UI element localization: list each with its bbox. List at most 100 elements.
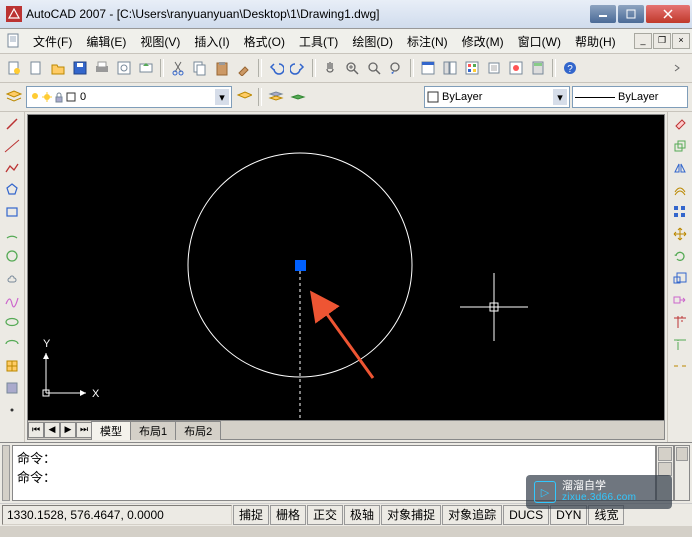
open-icon[interactable] <box>48 58 68 78</box>
zoom-previous-icon[interactable] <box>386 58 406 78</box>
redo-icon[interactable] <box>288 58 308 78</box>
help-icon[interactable]: ? <box>560 58 580 78</box>
tab-prev-icon[interactable]: ◀ <box>44 422 60 438</box>
layer-dropdown[interactable]: 0 ▾ <box>26 86 232 108</box>
color-dropdown[interactable]: ByLayer ▾ <box>424 86 570 108</box>
save-icon[interactable] <box>70 58 90 78</box>
new-icon[interactable] <box>26 58 46 78</box>
match-icon[interactable] <box>234 58 254 78</box>
layer-states-icon[interactable] <box>266 87 286 107</box>
markup-icon[interactable] <box>506 58 526 78</box>
menu-insert[interactable]: 插入(I) <box>187 31 236 52</box>
stretch-icon[interactable] <box>670 290 690 310</box>
layer-toolbar: 0 ▾ ByLayer ▾ ByLayer <box>0 83 692 112</box>
undo-icon[interactable] <box>266 58 286 78</box>
menu-help[interactable]: 帮助(H) <box>568 31 623 52</box>
arc-icon[interactable] <box>2 224 22 244</box>
menu-format[interactable]: 格式(O) <box>237 31 292 52</box>
tool-palettes-icon[interactable] <box>462 58 482 78</box>
ellipse-icon[interactable] <box>2 312 22 332</box>
ortho-toggle[interactable]: 正交 <box>307 505 343 525</box>
minimize-button[interactable] <box>590 5 616 23</box>
coords-readout[interactable]: 1330.1528, 576.4647, 0.0000 <box>2 505 232 525</box>
move-icon[interactable] <box>670 224 690 244</box>
tab-first-icon[interactable]: ⏮ <box>28 422 44 438</box>
menu-window[interactable]: 窗口(W) <box>511 31 568 52</box>
menu-edit[interactable]: 编辑(E) <box>79 31 133 52</box>
paste-icon[interactable] <box>212 58 232 78</box>
copy-icon[interactable] <box>190 58 210 78</box>
sun-icon <box>41 91 53 103</box>
command-resize[interactable] <box>674 445 690 501</box>
rotate-icon[interactable] <box>670 246 690 266</box>
tab-next-icon[interactable]: ▶ <box>60 422 76 438</box>
svg-text:X: X <box>92 388 100 400</box>
designcenter-icon[interactable] <box>440 58 460 78</box>
line-icon[interactable] <box>2 114 22 134</box>
mdi-close-button[interactable]: × <box>672 33 690 49</box>
insert-block-icon[interactable] <box>2 356 22 376</box>
maximize-button[interactable] <box>618 5 644 23</box>
circle-icon[interactable] <box>2 246 22 266</box>
crosshair-cursor <box>460 273 528 341</box>
chevron-down-icon: ▾ <box>553 89 567 105</box>
close-button[interactable] <box>646 5 690 23</box>
layer-manager-icon[interactable] <box>4 87 24 107</box>
copy-obj-icon[interactable] <box>670 136 690 156</box>
tab-layout2[interactable]: 布局2 <box>175 421 221 440</box>
pan-icon[interactable] <box>320 58 340 78</box>
mdi-minimize-button[interactable]: _ <box>634 33 652 49</box>
layer-prev-icon[interactable] <box>234 87 254 107</box>
polar-toggle[interactable]: 极轴 <box>344 505 380 525</box>
command-handle[interactable] <box>2 445 10 501</box>
make-block-icon[interactable] <box>2 378 22 398</box>
zoom-realtime-icon[interactable] <box>342 58 362 78</box>
sheet-set-icon[interactable] <box>484 58 504 78</box>
tab-layout1[interactable]: 布局1 <box>130 421 176 440</box>
publish-icon[interactable] <box>136 58 156 78</box>
menu-modify[interactable]: 修改(M) <box>455 31 511 52</box>
menu-tools[interactable]: 工具(T) <box>292 31 345 52</box>
cut-icon[interactable] <box>168 58 188 78</box>
extend-icon[interactable] <box>670 334 690 354</box>
menu-file[interactable]: 文件(F) <box>26 31 79 52</box>
polyline-icon[interactable] <box>2 158 22 178</box>
grid-toggle[interactable]: 栅格 <box>270 505 306 525</box>
menu-view[interactable]: 视图(V) <box>133 31 187 52</box>
mirror-icon[interactable] <box>670 158 690 178</box>
revcloud-icon[interactable] <box>2 268 22 288</box>
polygon-icon[interactable] <box>2 180 22 200</box>
spline-icon[interactable] <box>2 290 22 310</box>
tab-model[interactable]: 模型 <box>91 421 131 440</box>
point-icon[interactable] <box>2 400 22 420</box>
trim-icon[interactable] <box>670 312 690 332</box>
ellipse-arc-icon[interactable] <box>2 334 22 354</box>
tab-last-icon[interactable]: ⏭ <box>76 422 92 438</box>
lightbulb-icon <box>29 91 41 103</box>
menu-dim[interactable]: 标注(N) <box>400 31 455 52</box>
linetype-dropdown[interactable]: ByLayer <box>572 86 688 108</box>
properties-icon[interactable] <box>418 58 438 78</box>
erase-icon[interactable] <box>670 114 690 134</box>
qnew-icon[interactable] <box>4 58 24 78</box>
mdi-restore-button[interactable]: ❐ <box>653 33 671 49</box>
xline-icon[interactable] <box>2 136 22 156</box>
print-icon[interactable] <box>92 58 112 78</box>
layer-isolate-icon[interactable] <box>288 87 308 107</box>
toolbar-chevron-icon[interactable] <box>668 58 688 78</box>
osnap-toggle[interactable]: 对象捕捉 <box>381 505 441 525</box>
otrack-toggle[interactable]: 对象追踪 <box>442 505 502 525</box>
offset-icon[interactable] <box>670 180 690 200</box>
snap-toggle[interactable]: 捕捉 <box>233 505 269 525</box>
drawing-canvas[interactable]: X Y ⏮ ◀ ▶ ⏭ 模型 布局1 布局2 <box>27 114 665 440</box>
zoom-window-icon[interactable] <box>364 58 384 78</box>
scale-icon[interactable] <box>670 268 690 288</box>
menu-draw[interactable]: 绘图(D) <box>345 31 400 52</box>
preview-icon[interactable] <box>114 58 134 78</box>
array-icon[interactable] <box>670 202 690 222</box>
break-icon[interactable] <box>670 356 690 376</box>
calculator-icon[interactable] <box>528 58 548 78</box>
rectangle-icon[interactable] <box>2 202 22 222</box>
linetype-preview <box>575 97 615 98</box>
mdi-buttons: _ ❐ × <box>634 33 690 49</box>
